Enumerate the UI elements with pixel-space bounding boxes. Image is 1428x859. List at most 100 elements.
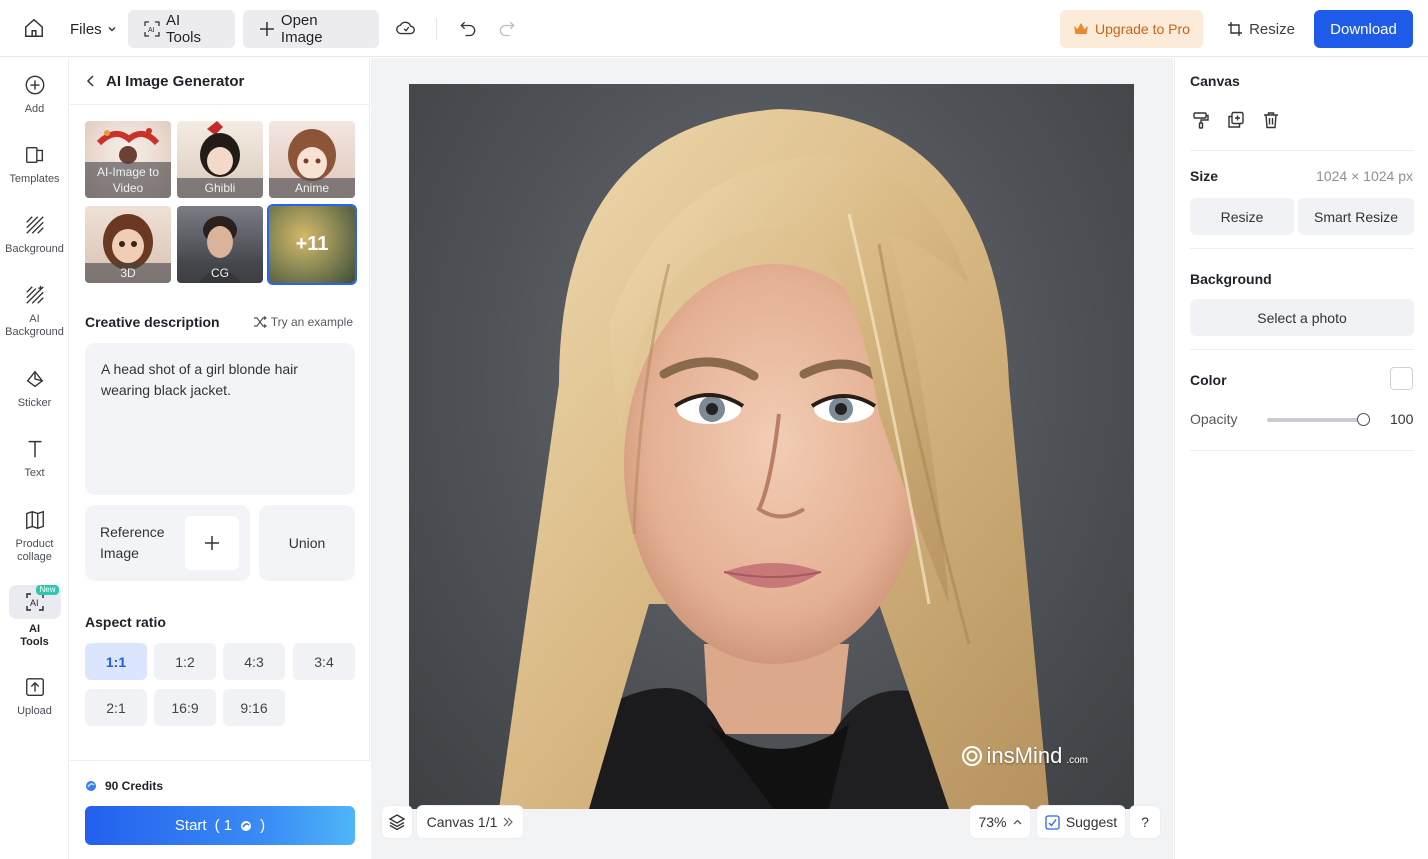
- svg-text:AI: AI: [30, 598, 39, 608]
- rail-item-sticker[interactable]: Sticker: [0, 365, 69, 410]
- left-tool-rail: Add Templates Background AI Background S…: [0, 58, 69, 859]
- try-example-label: Try an example: [270, 315, 353, 329]
- reference-image-label: Reference Image: [100, 524, 165, 561]
- rail-item-add[interactable]: Add: [0, 71, 69, 116]
- rail-label-product-collage: Product collage: [15, 538, 54, 563]
- union-button[interactable]: Union: [259, 505, 355, 581]
- shuffle-icon: [253, 316, 267, 328]
- opacity-slider-handle[interactable]: [1357, 413, 1370, 426]
- open-image-button[interactable]: Open Image: [243, 10, 379, 48]
- opacity-slider-track[interactable]: [1267, 418, 1365, 422]
- panel-header: AI Image Generator: [70, 58, 370, 105]
- resize-button[interactable]: Resize: [1218, 10, 1304, 48]
- style-tile-ai-video[interactable]: AI-Image to Video: [85, 121, 171, 198]
- creative-description-title: Creative description: [85, 314, 220, 330]
- rail-item-templates[interactable]: Templates: [0, 141, 69, 186]
- generator-footer: 90 Credits Start ( 1 ): [70, 760, 370, 859]
- resize-label: Resize: [1249, 20, 1295, 38]
- ratio-option-4-3[interactable]: 4:3: [223, 643, 285, 680]
- sticker-icon: [21, 365, 49, 393]
- home-icon[interactable]: [20, 14, 48, 42]
- chevron-down-icon: [108, 27, 116, 32]
- ratio-option-1-1[interactable]: 1:1: [85, 643, 147, 680]
- rail-item-background[interactable]: Background: [0, 211, 69, 256]
- start-label: Start: [174, 817, 207, 834]
- resize-canvas-button[interactable]: Resize: [1190, 198, 1294, 235]
- reference-image-card: Reference Image: [85, 505, 250, 581]
- divider: [1190, 248, 1414, 249]
- canvas-size-value: 1024 × 1024 px: [1316, 168, 1413, 184]
- style-tile-label: 3D: [85, 263, 171, 283]
- duplicate-icon[interactable]: [1225, 109, 1247, 131]
- style-tile-3d[interactable]: 3D: [85, 206, 171, 283]
- crown-icon: [1074, 23, 1089, 34]
- ratio-option-2-1[interactable]: 2:1: [85, 689, 147, 726]
- canvas-page-label: Canvas 1/1: [426, 814, 498, 830]
- double-chevron-right-icon: [503, 817, 514, 827]
- generated-portrait-image[interactable]: insMind .com: [409, 84, 1134, 809]
- select-photo-label: Select a photo: [1257, 309, 1347, 326]
- start-cost-end: ): [260, 817, 266, 834]
- start-generate-button[interactable]: Start ( 1 ): [85, 806, 355, 845]
- zoom-control[interactable]: 73%: [970, 806, 1030, 838]
- upgrade-button[interactable]: Upgrade to Pro: [1060, 10, 1203, 48]
- background-color-swatch[interactable]: [1390, 367, 1413, 390]
- divider: [1190, 450, 1414, 451]
- select-photo-button[interactable]: Select a photo: [1190, 299, 1414, 336]
- top-toolbar: Files AI AI Tools Open Image Upgrade to …: [0, 0, 1428, 57]
- templates-icon: [21, 141, 49, 169]
- chevron-up-icon: [1013, 819, 1021, 824]
- files-label: Files: [70, 20, 102, 38]
- trash-icon[interactable]: [1260, 109, 1282, 131]
- smart-resize-label: Smart Resize: [1313, 208, 1399, 225]
- collage-icon: [21, 506, 49, 534]
- insmind-logo-icon: [961, 746, 982, 766]
- credits-label: 90 Credits: [105, 779, 164, 793]
- style-tile-ghibli[interactable]: Ghibli: [177, 121, 263, 198]
- watermark: insMind .com: [961, 743, 1088, 769]
- redo-icon[interactable]: [493, 14, 521, 42]
- rail-label-background: Background: [5, 243, 64, 255]
- download-button[interactable]: Download: [1314, 10, 1413, 48]
- rail-item-text[interactable]: Text: [0, 435, 69, 480]
- creative-description-input[interactable]: A head shot of a girl blonde hair wearin…: [85, 343, 355, 495]
- cloud-sync-icon[interactable]: [392, 14, 420, 42]
- portrait-illustration: [499, 109, 1049, 809]
- rail-item-product-collage[interactable]: Product collage: [0, 506, 69, 564]
- back-chevron-icon[interactable]: [86, 75, 96, 87]
- ai-tools-icon: AI: [144, 21, 160, 37]
- zoom-value: 73%: [978, 814, 1007, 830]
- suggest-button[interactable]: Suggest: [1037, 806, 1125, 838]
- add-reference-button[interactable]: [185, 516, 239, 570]
- format-painter-icon[interactable]: [1190, 109, 1212, 131]
- ratio-option-9-16[interactable]: 9:16: [223, 689, 285, 726]
- color-section-title: Color: [1190, 372, 1227, 388]
- text-icon: [21, 435, 49, 463]
- more-styles-count: +11: [295, 233, 329, 255]
- credit-coin-icon: [241, 820, 252, 831]
- canvas-page-selector[interactable]: Canvas 1/1: [417, 806, 523, 838]
- ratio-option-16-9[interactable]: 16:9: [154, 689, 216, 726]
- plus-icon: [259, 22, 274, 36]
- style-tile-cg[interactable]: CG: [177, 206, 263, 283]
- rail-item-ai-background[interactable]: AI Background: [0, 281, 69, 339]
- undo-icon[interactable]: [454, 14, 482, 42]
- rail-item-upload[interactable]: Upload: [0, 673, 69, 718]
- ratio-option-3-4[interactable]: 3:4: [293, 643, 355, 680]
- resize-canvas-label: Resize: [1220, 208, 1264, 225]
- style-tile-more[interactable]: +11: [267, 204, 357, 285]
- toolbar-divider: [436, 18, 437, 40]
- watermark-suffix: .com: [1066, 755, 1088, 766]
- try-example-link[interactable]: Try an example: [253, 315, 353, 329]
- ratio-option-1-2[interactable]: 1:2: [154, 643, 216, 680]
- style-tile-anime[interactable]: Anime: [269, 121, 355, 198]
- ai-tools-button[interactable]: AI AI Tools: [128, 10, 235, 48]
- opacity-value: 100: [1390, 411, 1414, 427]
- open-image-label: Open Image: [280, 12, 323, 46]
- rail-item-ai-tools[interactable]: AI New AI Tools: [0, 585, 69, 649]
- divider: [1190, 349, 1414, 350]
- files-menu[interactable]: Files: [62, 10, 125, 48]
- smart-resize-button[interactable]: Smart Resize: [1298, 198, 1414, 235]
- layers-button[interactable]: [382, 806, 412, 838]
- help-button[interactable]: ?: [1130, 806, 1160, 838]
